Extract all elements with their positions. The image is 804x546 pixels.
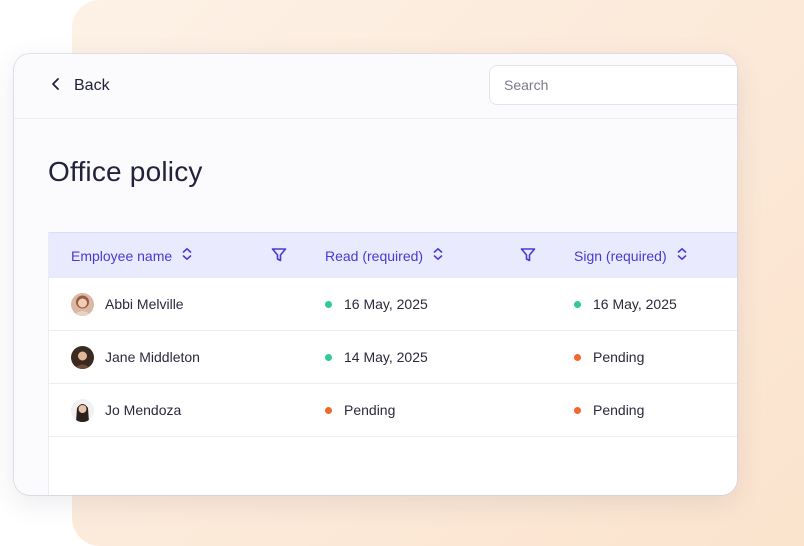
- column-header-employee-name[interactable]: Employee name: [71, 233, 194, 278]
- filter-icon[interactable]: [519, 246, 537, 264]
- policy-card: Back Office policy Employee name Read (r…: [14, 54, 737, 495]
- employee-cell: Jane Middleton: [71, 331, 200, 383]
- avatar: [71, 345, 94, 369]
- search-input[interactable]: [489, 65, 737, 105]
- table-row[interactable]: Abbi Melville 16 May, 2025 16 May, 2025: [49, 278, 737, 331]
- employee-cell: Jo Mendoza: [71, 384, 181, 436]
- top-bar: Back: [14, 54, 737, 119]
- sign-value: Pending: [593, 402, 645, 418]
- status-dot: [574, 406, 581, 414]
- employee-name: Jane Middleton: [105, 349, 200, 365]
- employee-name: Jo Mendoza: [105, 402, 182, 418]
- table-row[interactable]: Jo Mendoza Pending Pending: [49, 384, 737, 437]
- employee-cell: Abbi Melville: [71, 278, 184, 330]
- sign-cell: Pending: [574, 384, 644, 436]
- status-dot: [325, 300, 332, 308]
- policy-table: Employee name Read (required) Sign (requ…: [48, 232, 737, 495]
- table-row[interactable]: Jane Middleton 14 May, 2025 Pending: [49, 331, 737, 384]
- chevron-left-icon: [48, 76, 64, 97]
- column-label: Sign (required): [574, 247, 667, 264]
- column-label: Employee name: [71, 247, 173, 264]
- table-header: Employee name Read (required) Sign (requ…: [49, 232, 737, 278]
- back-button[interactable]: Back: [48, 74, 110, 98]
- sort-icon[interactable]: [180, 247, 194, 264]
- status-dot: [325, 353, 332, 361]
- read-value: Pending: [344, 402, 396, 418]
- column-label: Read (required): [325, 247, 424, 264]
- column-header-read-required[interactable]: Read (required): [325, 233, 445, 278]
- avatar: [71, 398, 94, 422]
- sort-icon[interactable]: [675, 247, 689, 264]
- column-header-sign-required[interactable]: Sign (required): [574, 233, 689, 278]
- read-cell: 14 May, 2025: [325, 331, 428, 383]
- status-dot: [574, 300, 581, 308]
- avatar: [71, 292, 94, 316]
- read-value: 14 May, 2025: [344, 349, 428, 365]
- employee-name: Abbi Melville: [105, 296, 184, 312]
- read-cell: Pending: [325, 384, 395, 436]
- status-dot: [574, 353, 581, 361]
- status-dot: [325, 406, 332, 414]
- sign-value: Pending: [593, 349, 645, 365]
- sign-cell: 16 May, 2025: [574, 278, 677, 330]
- sort-icon[interactable]: [431, 247, 445, 264]
- back-label: Back: [74, 77, 110, 94]
- sign-value: 16 May, 2025: [593, 296, 677, 312]
- read-cell: 16 May, 2025: [325, 278, 428, 330]
- read-value: 16 May, 2025: [344, 296, 428, 312]
- page-title: Office policy: [48, 156, 203, 187]
- filter-icon[interactable]: [270, 246, 288, 264]
- sign-cell: Pending: [574, 331, 644, 383]
